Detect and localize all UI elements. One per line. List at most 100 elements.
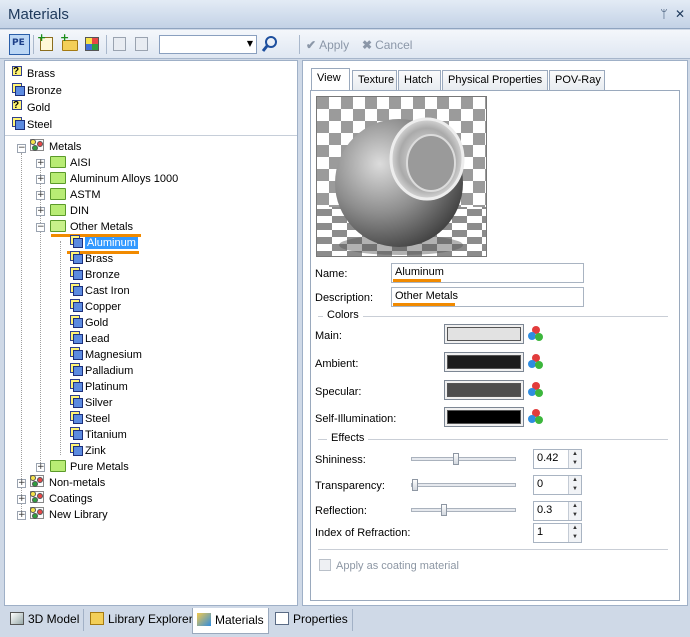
tab-pov-ray[interactable]: POV-Ray: [549, 70, 605, 91]
self-illumination-color-swatch[interactable]: [444, 407, 524, 427]
ambient-color-swatch[interactable]: [444, 352, 524, 372]
tab-3d-model[interactable]: 3D Model: [6, 609, 85, 631]
tab-materials[interactable]: Materials: [192, 608, 269, 634]
tree-folder-astm[interactable]: ASTM: [50, 187, 101, 203]
expand-toggle[interactable]: +: [36, 159, 45, 168]
index-of-refraction-input[interactable]: 1 ▲ ▼: [533, 523, 582, 543]
recent-item-steel[interactable]: Steel: [12, 117, 52, 133]
pin-icon[interactable]: ᛘ: [657, 7, 671, 21]
transparency-slider-thumb[interactable]: [412, 479, 418, 491]
expand-toggle[interactable]: +: [17, 511, 26, 520]
tree-material-magnesium[interactable]: Magnesium: [70, 347, 142, 363]
toolbar-separator: [106, 35, 107, 54]
palette-icon[interactable]: [528, 382, 544, 398]
recent-item-brass[interactable]: ? Brass: [12, 66, 55, 82]
name-label: Name:: [315, 268, 348, 280]
search-combo[interactable]: ▼: [159, 35, 257, 54]
reflection-slider[interactable]: [411, 504, 516, 516]
tree-material-steel[interactable]: Steel: [70, 411, 110, 427]
new-library-button[interactable]: [82, 34, 103, 55]
collapse-toggle[interactable]: −: [17, 144, 26, 153]
shininess-slider-thumb[interactable]: [453, 453, 459, 465]
view-mode-button[interactable]: PE: [9, 34, 30, 55]
apply-as-coating-checkbox[interactable]: Apply as coating material: [319, 559, 459, 572]
search-button[interactable]: [261, 35, 279, 53]
tree-material-platinum[interactable]: Platinum: [70, 379, 128, 395]
main-color-swatch[interactable]: [444, 324, 524, 344]
transparency-slider[interactable]: [411, 479, 516, 491]
specular-color-fill: [447, 383, 521, 397]
tree-material-palladium[interactable]: Palladium: [70, 363, 133, 379]
tree-material-bronze[interactable]: Bronze: [70, 267, 120, 283]
tree-material-copper[interactable]: Copper: [70, 299, 121, 315]
main-color-label: Main:: [315, 330, 342, 342]
material-icon: [70, 283, 83, 296]
checkmark-icon: ✔: [306, 38, 317, 52]
materials-icon: [197, 613, 211, 626]
tree-folder-din[interactable]: DIN: [50, 203, 89, 219]
expand-toggle[interactable]: +: [36, 175, 45, 184]
view-tab-panel: Name: Aluminum Description: Other Metals…: [310, 90, 680, 601]
recent-item-gold[interactable]: ? Gold: [12, 100, 50, 116]
spin-arrows-icon[interactable]: ▲ ▼: [568, 524, 581, 542]
material-preview-sphere: [317, 97, 486, 256]
paste-button[interactable]: [132, 34, 153, 55]
recent-item-bronze[interactable]: Bronze: [12, 83, 62, 99]
copy-button[interactable]: [110, 34, 131, 55]
tree-library-non-metals[interactable]: Non-metals: [30, 475, 105, 491]
expand-toggle[interactable]: +: [36, 463, 45, 472]
tree-material-aluminum[interactable]: Aluminum: [70, 235, 138, 251]
tab-texture[interactable]: Texture: [352, 70, 397, 91]
cancel-button[interactable]: ✖ Cancel: [362, 38, 412, 52]
tree-item-metals[interactable]: Metals: [30, 139, 81, 155]
tree-material-silver[interactable]: Silver: [70, 395, 113, 411]
tree-material-gold[interactable]: Gold: [70, 315, 108, 331]
tree-library-coatings[interactable]: Coatings: [30, 491, 92, 507]
material-icon: [70, 379, 83, 392]
tree-material-titanium[interactable]: Titanium: [70, 427, 127, 443]
tree-material-zink[interactable]: Zink: [70, 443, 106, 459]
tab-library-explorer[interactable]: Library Explorer: [86, 609, 198, 631]
reflection-input[interactable]: 0.3 ▲ ▼: [533, 501, 582, 521]
spin-arrows-icon[interactable]: ▲ ▼: [568, 502, 581, 520]
material-preview: [316, 96, 487, 257]
material-icon: [70, 251, 83, 264]
shininess-slider[interactable]: [411, 453, 516, 465]
tab-hatch[interactable]: Hatch: [398, 70, 441, 91]
specular-color-swatch[interactable]: [444, 380, 524, 400]
expand-toggle[interactable]: +: [17, 479, 26, 488]
collapse-toggle[interactable]: −: [36, 223, 45, 232]
tab-view[interactable]: View: [311, 68, 350, 91]
expand-toggle[interactable]: +: [36, 191, 45, 200]
tree-material-brass[interactable]: Brass: [70, 251, 113, 267]
spin-arrows-icon[interactable]: ▲ ▼: [568, 476, 581, 494]
tree-folder-aisi[interactable]: AISI: [50, 155, 91, 171]
toolbar: PE + + ▼ ✔ Apply ✖ Cancel: [0, 30, 690, 59]
shininess-input[interactable]: 0.42 ▲ ▼: [533, 449, 582, 469]
shininess-label: Shininess:: [315, 454, 366, 466]
open-folder-icon: [50, 220, 66, 232]
new-folder-button[interactable]: +: [60, 32, 81, 55]
transparency-input[interactable]: 0 ▲ ▼: [533, 475, 582, 495]
tree-material-cast-iron[interactable]: Cast Iron: [70, 283, 130, 299]
reflection-slider-thumb[interactable]: [441, 504, 447, 516]
tree-folder-aluminum-alloys[interactable]: Aluminum Alloys 1000: [50, 171, 178, 187]
tree-library-new-library[interactable]: New Library: [30, 507, 108, 523]
expand-toggle[interactable]: +: [17, 495, 26, 504]
close-icon[interactable]: ✕: [673, 7, 687, 21]
palette-icon[interactable]: [528, 326, 544, 342]
tree-folder-pure-metals[interactable]: Pure Metals: [50, 459, 129, 475]
tree-folder-other-metals[interactable]: Other Metals: [50, 219, 133, 235]
spin-arrows-icon[interactable]: ▲ ▼: [568, 450, 581, 468]
apply-button[interactable]: ✔ Apply: [306, 38, 349, 52]
palette-icon[interactable]: [528, 409, 544, 425]
tree-material-lead[interactable]: Lead: [70, 331, 109, 347]
window-title: Materials: [8, 6, 69, 23]
expand-toggle[interactable]: +: [36, 207, 45, 216]
material-icon: [12, 83, 25, 96]
palette-icon[interactable]: [528, 354, 544, 370]
tab-physical-properties[interactable]: Physical Properties: [442, 70, 548, 91]
tab-properties[interactable]: Properties: [271, 609, 353, 631]
new-material-button[interactable]: +: [37, 32, 58, 55]
ambient-color-fill: [447, 355, 521, 369]
